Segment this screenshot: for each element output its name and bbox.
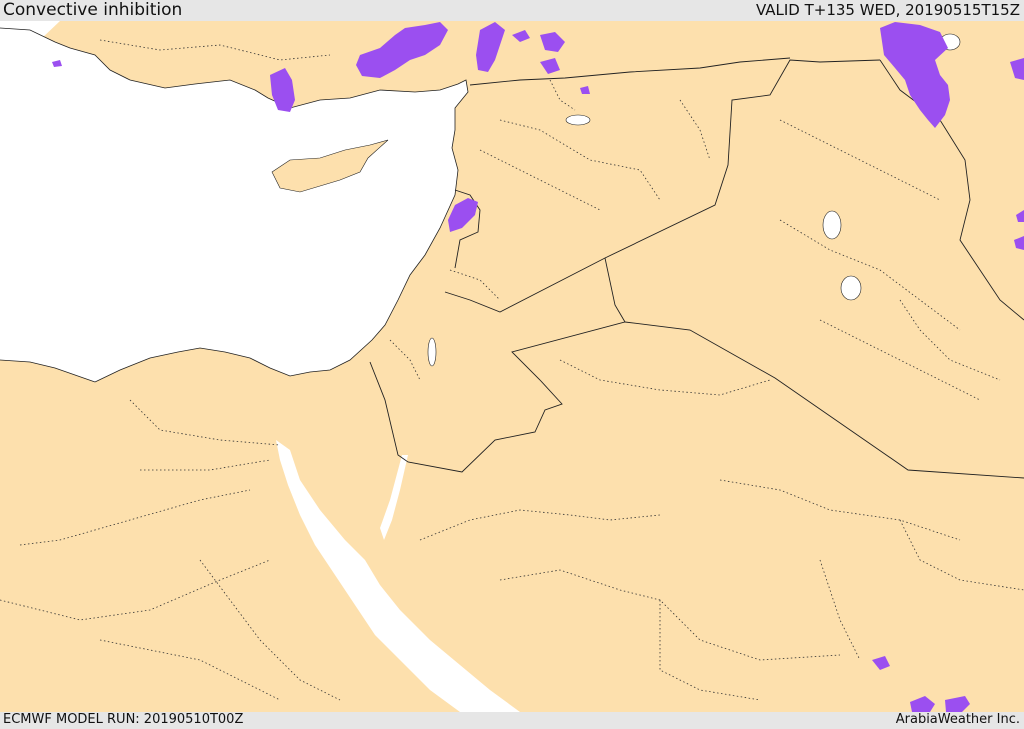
lake-razazah [840,275,862,301]
model-run: ECMWF MODEL RUN: 20190510T00Z [3,712,244,727]
map-frame: Convective inhibition VALID T+135 WED, 2… [0,0,1024,729]
valid-time: VALID T+135 WED, 20190515T15Z [755,1,1020,19]
dead-sea [427,337,437,367]
lake-tharthar [822,210,842,240]
credit-label: ArabiaWeather Inc. [895,712,1020,727]
chart-title: Convective inhibition [3,0,183,20]
lake-assad [565,114,591,126]
map-canvas [0,21,1024,712]
